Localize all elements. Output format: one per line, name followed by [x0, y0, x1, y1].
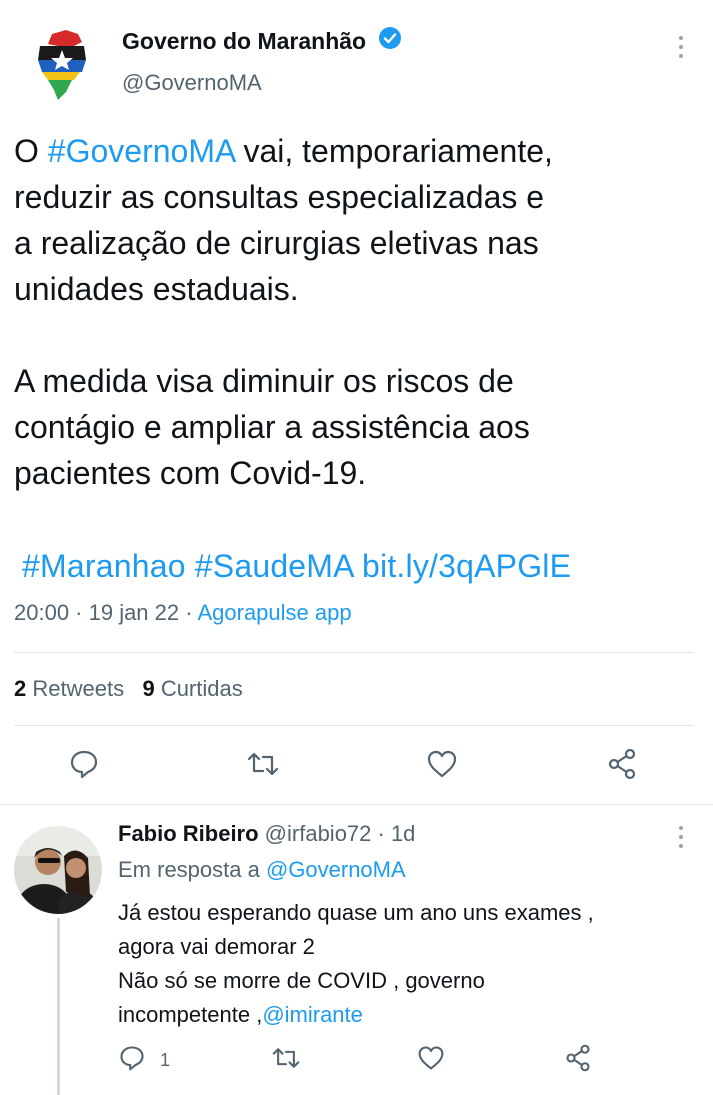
heart-icon [426, 748, 458, 785]
divider [14, 725, 694, 726]
tweet-metadata: 20:00 · 19 jan 22 · Agorapulse app [14, 600, 352, 626]
author-name[interactable]: Governo do Maranhão [122, 26, 402, 56]
reply-author-handle-time[interactable]: @irfabio72 · 1d [259, 821, 416, 846]
reply-icon [118, 1044, 146, 1077]
reply-icon [68, 748, 100, 785]
reply-author-name[interactable]: Fabio Ribeiro [118, 821, 259, 846]
thread-line [57, 918, 60, 1095]
reply-button[interactable] [64, 746, 104, 786]
reply-count: 1 [160, 1049, 171, 1070]
reply-reply-button[interactable]: 1 [118, 1040, 178, 1080]
reply-mention-link[interactable]: @imirante [262, 1002, 363, 1027]
reply-header: Fabio Ribeiro @irfabio72 · 1d [118, 821, 415, 847]
retweets-label: Retweets [32, 676, 125, 701]
tweet-text-prefix: O [14, 133, 48, 169]
tweet-stats: 2 Retweets 9 Curtidas [14, 676, 243, 702]
reply-text: Já estou esperando quase um ano uns exam… [118, 896, 698, 1032]
replying-to-prefix: Em resposta a [118, 857, 266, 882]
heart-icon [417, 1044, 445, 1077]
replying-to: Em resposta a @GovernoMA [118, 857, 406, 883]
reply-author-avatar[interactable] [14, 826, 102, 914]
likes-stat[interactable]: 9 Curtidas [142, 676, 242, 701]
share-icon [606, 748, 638, 785]
divider [14, 652, 694, 653]
reply-more-vertical-icon[interactable] [678, 826, 684, 853]
author-handle[interactable]: @GovernoMA [122, 70, 262, 96]
retweet-button[interactable] [243, 746, 283, 786]
hashtag-link[interactable]: #GovernoMA [48, 133, 235, 169]
replying-to-handle[interactable]: @GovernoMA [266, 857, 406, 882]
likes-label: Curtidas [160, 676, 243, 701]
retweets-count: 2 [14, 676, 27, 701]
reply-like-button[interactable] [411, 1040, 451, 1080]
like-button[interactable] [422, 746, 462, 786]
likes-count: 9 [142, 676, 155, 701]
reply-share-button[interactable] [558, 1040, 598, 1080]
retweets-stat[interactable]: 2 Retweets [14, 676, 124, 701]
tweet-source-link[interactable]: Agorapulse app [197, 600, 351, 625]
share-icon [564, 1044, 592, 1077]
author-avatar[interactable] [18, 20, 104, 106]
hashtags-links[interactable]: #Maranhao #SaudeMA bit.ly/3qAPGlE [22, 548, 571, 585]
reply-retweet-button[interactable] [266, 1040, 306, 1080]
tweet-text: O #GovernoMA vai, temporariamente, reduz… [14, 128, 704, 496]
author-name-text[interactable]: Governo do Maranhão [122, 28, 366, 54]
retweet-icon [246, 748, 280, 785]
tweet-timestamp[interactable]: 20:00 · 19 jan 22 · [14, 600, 197, 625]
share-button[interactable] [602, 746, 642, 786]
more-vertical-icon[interactable] [678, 36, 684, 63]
tweet-text-body: vai, temporariamente, reduzir as consult… [14, 133, 553, 491]
verified-badge-icon [378, 26, 402, 56]
retweet-icon [271, 1044, 301, 1077]
section-divider [0, 804, 713, 805]
